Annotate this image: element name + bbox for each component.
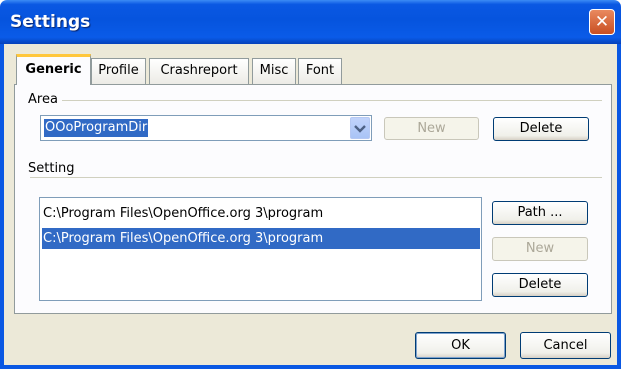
area-select[interactable]: OOoProgramDir — [40, 115, 372, 141]
list-item[interactable]: C:\Program Files\OpenOffice.org 3\progra… — [42, 203, 480, 224]
path-button[interactable]: Path ... — [492, 201, 588, 225]
setting-label: Setting — [28, 161, 79, 176]
dropdown-button[interactable] — [350, 117, 370, 139]
window-title: Settings — [10, 12, 91, 32]
area-label: Area — [28, 92, 62, 107]
area-separator — [30, 100, 602, 101]
ok-button[interactable]: OK — [415, 332, 506, 359]
tab-crashreport[interactable]: Crashreport — [149, 58, 249, 84]
settings-dialog: Settings ✕ Generic Profile Crashreport M… — [0, 0, 621, 369]
tab-misc[interactable]: Misc — [252, 58, 296, 84]
chevron-down-icon — [354, 125, 366, 133]
tab-generic[interactable]: Generic — [16, 54, 91, 85]
tab-font[interactable]: Font — [298, 58, 342, 84]
area-new-button[interactable]: New — [384, 117, 479, 140]
setting-new-button[interactable]: New — [492, 237, 588, 261]
cancel-button[interactable]: Cancel — [520, 332, 611, 359]
setting-delete-button[interactable]: Delete — [492, 273, 588, 297]
tab-profile[interactable]: Profile — [91, 58, 146, 84]
setting-list[interactable]: C:\Program Files\OpenOffice.org 3\progra… — [39, 197, 482, 301]
close-icon: ✕ — [594, 12, 610, 32]
setting-separator — [30, 177, 602, 178]
close-button[interactable]: ✕ — [589, 9, 615, 35]
title-bar[interactable]: Settings ✕ — [0, 0, 621, 44]
area-select-value: OOoProgramDir — [44, 119, 149, 137]
list-item-selected[interactable]: C:\Program Files\OpenOffice.org 3\progra… — [42, 228, 480, 249]
area-delete-button[interactable]: Delete — [493, 117, 589, 141]
